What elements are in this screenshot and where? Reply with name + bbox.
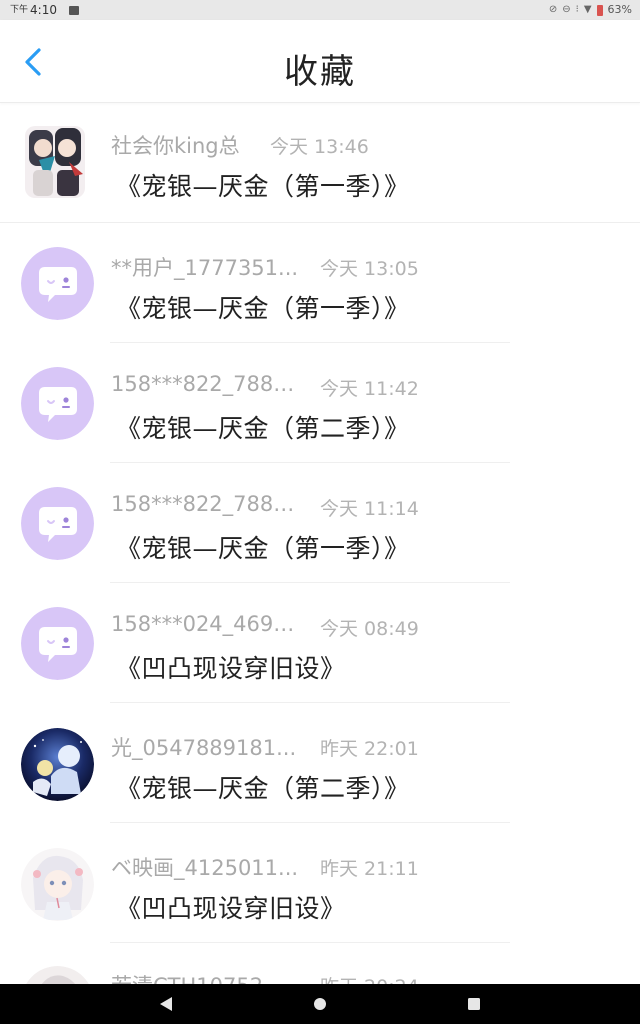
dnd-icon: ⊖ (562, 4, 571, 15)
favorite-title: 《宠银—厌金（第一季）》 (116, 294, 410, 323)
page-title: 收藏 (284, 52, 356, 92)
status-left: 下午 4:10 (10, 0, 79, 20)
username: **用户_1777351... (111, 256, 299, 280)
default-chat-avatar-icon (21, 367, 94, 440)
list-item[interactable]: **用户_1777351... 今天 13:05 《宠银—厌金（第一季）》 (0, 223, 640, 343)
timestamp: 昨天 21:11 (320, 858, 419, 880)
timestamp: 今天 11:42 (320, 378, 419, 400)
wifi-icon: ▼ (583, 4, 592, 15)
status-ampm: 下午 (10, 5, 29, 15)
favorite-title: 《凹凸现设穿旧设》 (116, 654, 346, 683)
username: 光_0547889181... (111, 736, 297, 760)
nav-back-button[interactable] (136, 984, 196, 1024)
avatar (21, 848, 94, 921)
mute-icon: ⊘ (548, 4, 558, 15)
photo-avatar-icon (25, 126, 85, 198)
timestamp: 今天 11:14 (320, 498, 419, 520)
timestamp: 今天 13:05 (320, 258, 419, 280)
photo-avatar-icon (21, 728, 94, 801)
username: ベ映画_4125011... (111, 856, 299, 880)
favorite-title: 《宠银—厌金（第二季）》 (116, 774, 410, 803)
timestamp: 今天 13:46 (270, 136, 369, 158)
avatar (25, 126, 85, 198)
favorites-list: 社会你king总 今天 13:46 《宠银—厌金（第一季）》 **用户_1777… (0, 103, 640, 1024)
avatar (21, 367, 94, 440)
status-time: 4:10 (30, 3, 57, 17)
username: 158***822_7887... (111, 492, 306, 516)
avatar (21, 607, 94, 680)
favorite-title: 《宠银—厌金（第二季）》 (116, 414, 410, 443)
nav-home-button[interactable] (290, 984, 350, 1024)
list-item[interactable]: 社会你king总 今天 13:46 《宠银—厌金（第一季）》 (0, 103, 640, 223)
circle-home-icon (314, 998, 326, 1010)
system-nav-bar (0, 984, 640, 1024)
username: 158***024_4693... (111, 612, 306, 636)
favorite-title: 《宠银—厌金（第一季）》 (116, 534, 410, 563)
status-bar: 下午 4:10 ⊘ ⊖ ⁝ ▼ 63% (0, 0, 640, 20)
default-chat-avatar-icon (21, 247, 94, 320)
battery-icon (596, 4, 603, 16)
timestamp: 昨天 22:01 (320, 738, 419, 760)
list-item[interactable]: ベ映画_4125011... 昨天 21:11 《凹凸现设穿旧设》 (0, 823, 640, 943)
photo-avatar-icon (21, 848, 94, 921)
list-item[interactable]: 光_0547889181... 昨天 22:01 《宠银—厌金（第二季）》 (0, 703, 640, 823)
square-recents-icon (468, 998, 480, 1010)
status-right: ⊘ ⊖ ⁝ ▼ 63% (549, 0, 632, 20)
favorite-title: 《凹凸现设穿旧设》 (116, 894, 346, 923)
list-item[interactable]: 158***024_4693... 今天 08:49 《凹凸现设穿旧设》 (0, 583, 640, 703)
avatar (21, 728, 94, 801)
avatar (21, 487, 94, 560)
default-chat-avatar-icon (21, 487, 94, 560)
timestamp: 今天 08:49 (320, 618, 419, 640)
header: 收藏 (0, 20, 640, 103)
signal-icon: ⁝ (575, 4, 579, 15)
image-notification-icon (68, 5, 79, 15)
nav-recents-button[interactable] (444, 984, 504, 1024)
username: 158***822_7887... (111, 372, 306, 396)
default-chat-avatar-icon (21, 607, 94, 680)
avatar (21, 247, 94, 320)
favorite-title: 《宠银—厌金（第一季）》 (116, 172, 410, 201)
triangle-back-icon (160, 997, 172, 1011)
screen: 下午 4:10 ⊘ ⊖ ⁝ ▼ 63% 收藏 社会你king总 今天 13:46… (0, 0, 640, 1024)
list-item[interactable]: 158***822_7887... 今天 11:14 《宠银—厌金（第一季）》 (0, 463, 640, 583)
battery-percent: 63% (607, 3, 632, 16)
list-item[interactable]: 158***822_7887... 今天 11:42 《宠银—厌金（第二季）》 (0, 343, 640, 463)
